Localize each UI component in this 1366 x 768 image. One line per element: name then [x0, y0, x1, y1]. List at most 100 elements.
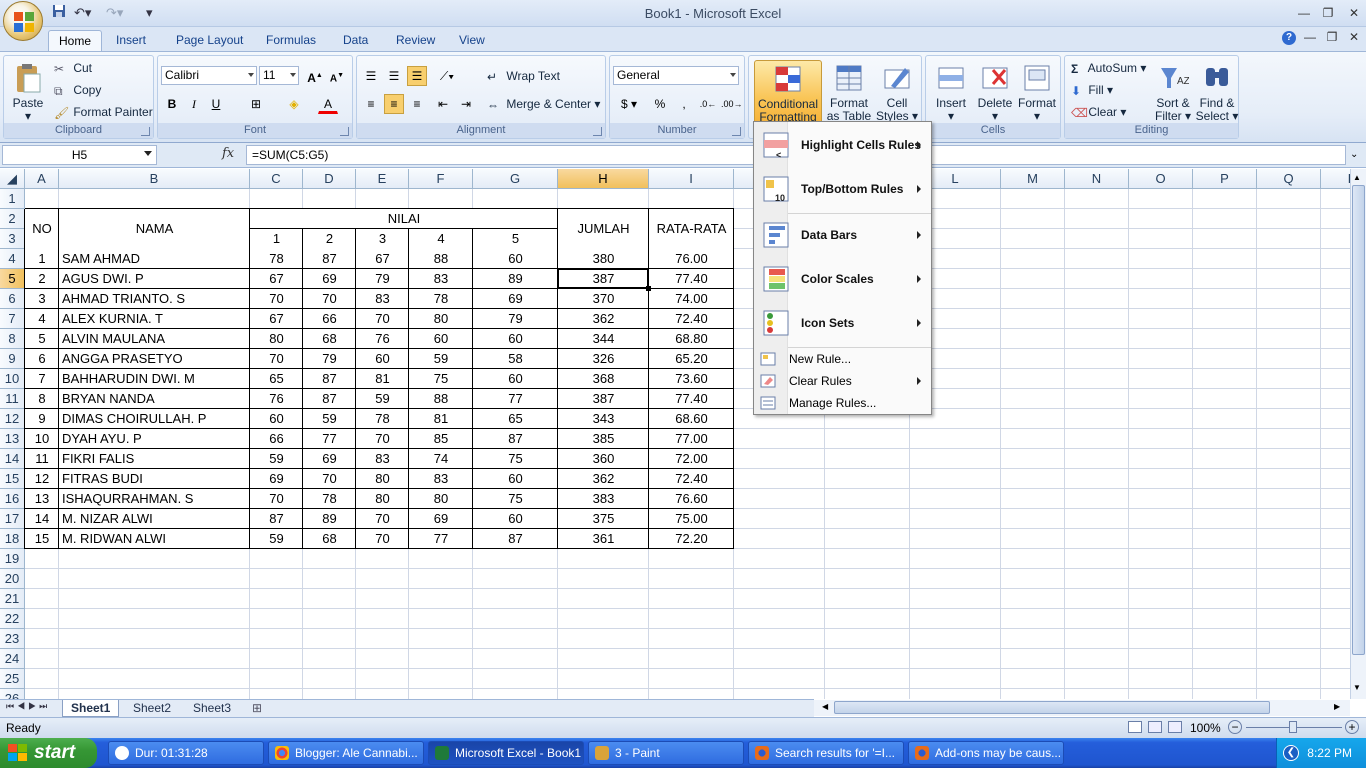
close-icon[interactable]: ✕ — [1344, 5, 1364, 21]
table-cell[interactable]: 59 — [250, 529, 303, 549]
table-cell[interactable]: 87 — [303, 249, 356, 269]
row-header[interactable]: 2 — [0, 209, 25, 229]
row-header[interactable]: 4 — [0, 249, 25, 269]
borders-icon[interactable]: ⊞ — [246, 94, 266, 114]
table-cell[interactable]: 67 — [250, 269, 303, 289]
table-cell[interactable]: 59 — [250, 449, 303, 469]
table-cell[interactable]: 361 — [558, 529, 649, 549]
header-nama[interactable]: NAMA — [59, 209, 250, 249]
table-cell[interactable]: 67 — [250, 309, 303, 329]
page-layout-view-icon[interactable] — [1148, 721, 1162, 733]
column-header[interactable]: A — [25, 169, 59, 189]
column-header[interactable]: H — [558, 169, 649, 189]
align-right-icon[interactable]: ≡ — [407, 94, 427, 114]
cut-button[interactable]: ✂ Cut — [54, 58, 92, 78]
font-launcher[interactable] — [340, 127, 349, 136]
table-cell[interactable]: 66 — [303, 309, 356, 329]
header-no[interactable]: NO — [25, 209, 59, 249]
shrink-font-icon[interactable]: A▼ — [327, 66, 347, 86]
clipboard-launcher[interactable] — [141, 127, 150, 136]
autosum-button[interactable]: Σ AutoSum ▾ — [1071, 58, 1146, 78]
table-cell[interactable]: 87 — [303, 369, 356, 389]
table-cell[interactable]: 68 — [303, 329, 356, 349]
table-cell[interactable]: ALVIN MAULANA — [62, 329, 250, 349]
table-cell[interactable]: 68 — [303, 529, 356, 549]
number-launcher[interactable] — [732, 127, 741, 136]
table-cell[interactable]: BRYAN NANDA — [62, 389, 250, 409]
table-cell[interactable]: 75 — [409, 369, 473, 389]
table-cell[interactable]: 69 — [303, 449, 356, 469]
column-header[interactable]: O — [1129, 169, 1193, 189]
table-cell[interactable]: 344 — [558, 329, 649, 349]
table-cell[interactable]: 60 — [473, 329, 558, 349]
table-cell[interactable]: 78 — [356, 409, 409, 429]
select-all-corner[interactable]: ◢ — [0, 169, 25, 189]
table-cell[interactable]: 60 — [473, 469, 558, 489]
menu-highlight-cells-rules[interactable]: < Highlight Cells Rules — [755, 125, 931, 165]
table-cell[interactable]: 60 — [409, 329, 473, 349]
table-cell[interactable]: 72.00 — [649, 449, 734, 469]
name-box-dropdown-icon[interactable] — [144, 151, 152, 156]
tab-home[interactable]: Home — [48, 30, 103, 52]
table-cell[interactable]: ALEX KURNIA. T — [62, 309, 250, 329]
align-center-icon[interactable]: ≡ — [384, 94, 404, 114]
table-cell[interactable]: 343 — [558, 409, 649, 429]
menu-top-bottom-rules[interactable]: 10 Top/Bottom Rules — [755, 169, 931, 209]
header-rata-rata[interactable]: RATA-RATA — [649, 209, 734, 249]
table-cell[interactable]: 11 — [25, 449, 59, 469]
copy-button[interactable]: ⧉ Copy — [54, 80, 101, 100]
table-cell[interactable]: 87 — [473, 429, 558, 449]
horizontal-scroll-thumb[interactable] — [834, 701, 1270, 714]
zoom-out-icon[interactable]: − — [1228, 720, 1242, 734]
table-cell[interactable]: 326 — [558, 349, 649, 369]
table-cell[interactable]: 368 — [558, 369, 649, 389]
tab-page-layout[interactable]: Page Layout — [166, 30, 253, 52]
table-cell[interactable]: 81 — [356, 369, 409, 389]
table-cell[interactable]: 77.00 — [649, 429, 734, 449]
table-cell[interactable]: 76.00 — [649, 249, 734, 269]
table-cell[interactable]: FITRAS BUDI — [62, 469, 250, 489]
doc-restore-icon[interactable]: ❐ — [1322, 29, 1342, 45]
table-cell[interactable]: 69 — [250, 469, 303, 489]
table-cell[interactable]: 3 — [25, 289, 59, 309]
table-cell[interactable]: 70 — [250, 349, 303, 369]
row-header[interactable]: 5 — [0, 269, 25, 289]
table-cell[interactable]: 68.60 — [649, 409, 734, 429]
table-cell[interactable]: 89 — [303, 509, 356, 529]
table-cell[interactable]: AGUS DWI. P — [62, 269, 250, 289]
table-cell[interactable]: 65 — [473, 409, 558, 429]
table-cell[interactable]: ANGGA PRASETYO — [62, 349, 250, 369]
row-header[interactable]: 15 — [0, 469, 25, 489]
row-header[interactable]: 16 — [0, 489, 25, 509]
table-cell[interactable]: 70 — [356, 309, 409, 329]
sheet-nav-icon[interactable]: ⏮◀▶⏭ — [6, 701, 50, 712]
table-cell[interactable]: 76 — [250, 389, 303, 409]
table-cell[interactable]: 80 — [409, 309, 473, 329]
menu-manage-rules[interactable]: Manage Rules... — [755, 392, 931, 414]
scroll-up-icon[interactable]: ▲ — [1353, 173, 1361, 182]
row-header[interactable]: 7 — [0, 309, 25, 329]
font-size-combo[interactable]: 11 — [259, 66, 299, 85]
fill-color-icon[interactable]: ◈ — [284, 94, 304, 114]
table-cell[interactable]: 70 — [303, 469, 356, 489]
format-painter-button[interactable]: 🖌 Format Painter — [54, 102, 153, 122]
column-header[interactable]: N — [1065, 169, 1129, 189]
restore-icon[interactable]: ❐ — [1318, 5, 1338, 21]
table-cell[interactable]: 77 — [409, 529, 473, 549]
sheet-tab-2[interactable]: Sheet2 — [125, 700, 179, 717]
insert-cells-button[interactable]: Insert ▾ — [930, 60, 972, 124]
insert-sheet-icon[interactable]: ⊞ — [252, 701, 262, 715]
table-cell[interactable]: 80 — [409, 489, 473, 509]
table-cell[interactable]: 70 — [303, 289, 356, 309]
table-cell[interactable]: 87 — [473, 529, 558, 549]
table-cell[interactable]: 77 — [303, 429, 356, 449]
table-cell[interactable]: 59 — [303, 409, 356, 429]
table-cell[interactable]: 69 — [473, 289, 558, 309]
column-header[interactable]: E — [356, 169, 409, 189]
italic-icon[interactable]: I — [184, 94, 204, 114]
insert-function-icon[interactable]: fx — [222, 146, 242, 164]
menu-new-rule[interactable]: New Rule... — [755, 348, 931, 370]
row-header[interactable]: 22 — [0, 609, 25, 629]
font-color-icon[interactable]: A — [318, 94, 338, 114]
table-cell[interactable]: 74.00 — [649, 289, 734, 309]
